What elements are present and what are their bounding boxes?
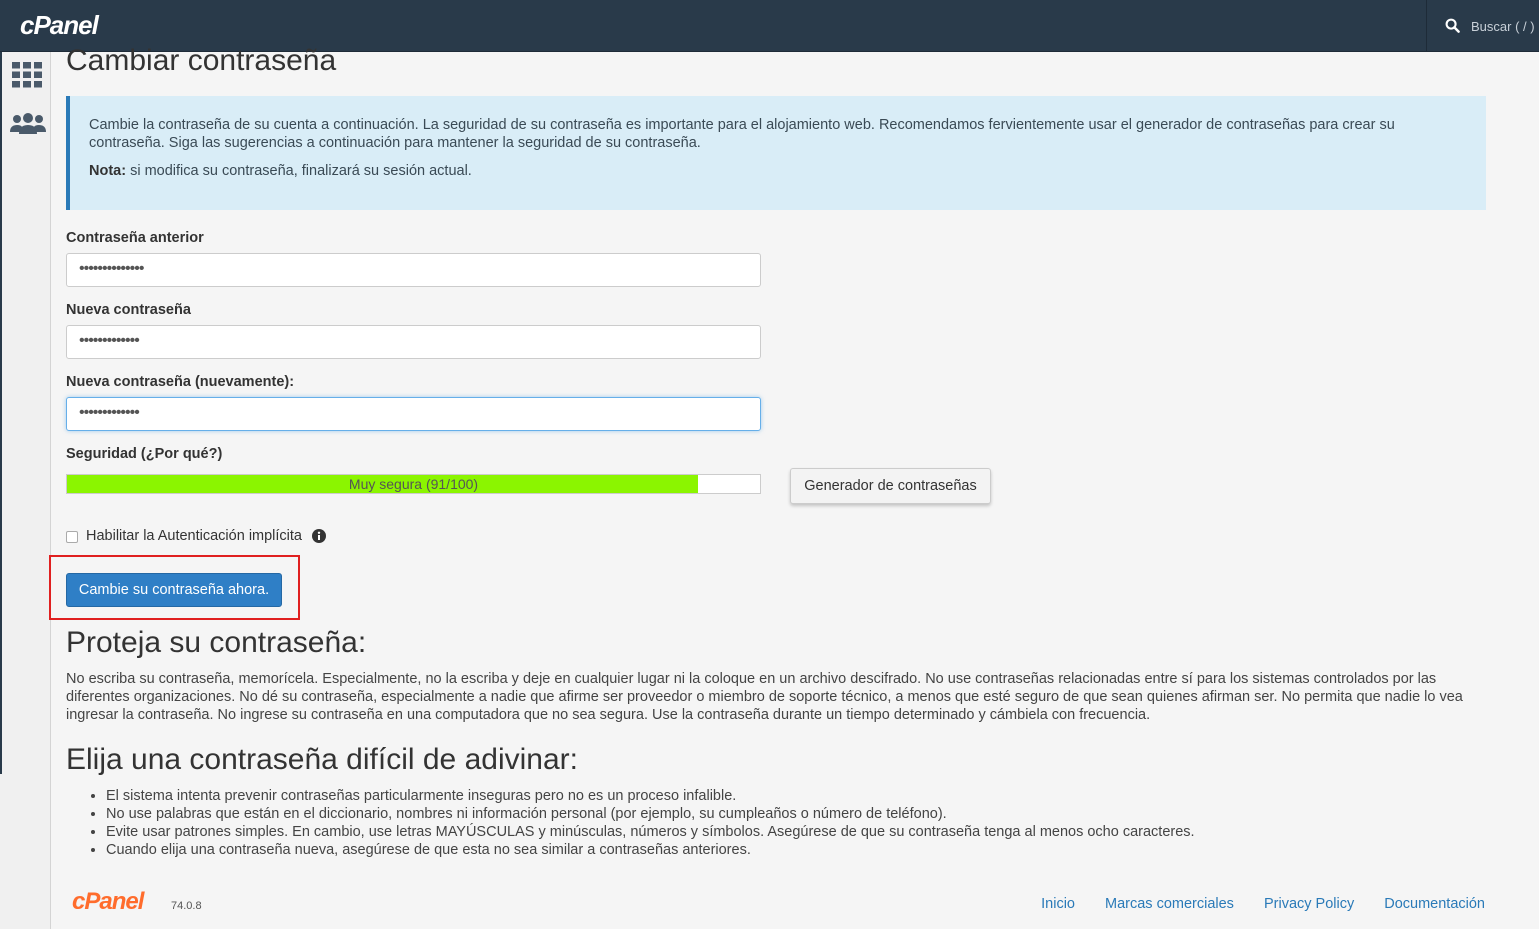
footer-cpanel-logo[interactable]: cPanel	[72, 888, 144, 916]
search-input[interactable]: Buscar ( / )	[1471, 19, 1535, 34]
sidebar-edge	[0, 52, 2, 774]
footer-version: 74.0.8	[171, 900, 202, 912]
alert-note: Nota: si modifica su contraseña, finaliz…	[89, 162, 1466, 180]
sidebar	[0, 52, 51, 929]
strength-label[interactable]: Seguridad (¿Por qué?)	[66, 446, 222, 462]
digest-auth-checkbox[interactable]	[66, 531, 78, 543]
alert-note-text: si modifica su contraseña, finalizará su…	[126, 163, 472, 179]
alert-text: Cambie la contraseña de su cuenta a cont…	[89, 117, 1395, 151]
list-item: Cuando elija una contraseña nueva, asegú…	[106, 841, 1195, 859]
protect-text: No escriba su contraseña, memorícela. Es…	[66, 671, 1463, 723]
footer-link-privacy[interactable]: Privacy Policy	[1264, 896, 1354, 912]
info-alert: Cambie la contraseña de su cuenta a cont…	[66, 96, 1486, 210]
password-generator-button[interactable]: Generador de contraseñas	[790, 468, 991, 504]
cpanel-logo[interactable]: cPanel	[20, 10, 99, 41]
confirm-password-input[interactable]: •••••••••••••	[66, 397, 761, 431]
list-item: Evite usar patrones simples. En cambio, …	[106, 823, 1195, 841]
old-password-input[interactable]: ••••••••••••••	[66, 253, 761, 287]
footer-links: Inicio Marcas comerciales Privacy Policy…	[1015, 896, 1485, 912]
protect-title: Proteja su contraseña:	[66, 626, 367, 659]
new-password-label: Nueva contraseña	[66, 302, 191, 318]
change-password-button[interactable]: Cambie su contraseña ahora.	[66, 573, 282, 607]
list-item: El sistema intenta prevenir contraseñas …	[106, 787, 1195, 805]
footer-link-inicio[interactable]: Inicio	[1041, 896, 1075, 912]
alert-note-label: Nota:	[89, 163, 127, 179]
search-icon	[1445, 18, 1460, 38]
search-box[interactable]: Buscar ( / )	[1426, 0, 1539, 52]
footer-link-trademarks[interactable]: Marcas comerciales	[1105, 896, 1234, 912]
list-item: No use palabras que están en el dicciona…	[106, 805, 1195, 823]
choose-title: Elija una contraseña difícil de adivinar…	[66, 743, 578, 776]
strength-meter-text: Muy segura (91/100)	[348, 476, 479, 492]
users-icon[interactable]	[10, 112, 46, 141]
info-icon[interactable]	[312, 529, 326, 548]
page-title: Cambiar contraseña	[66, 44, 337, 77]
confirm-password-label: Nueva contraseña (nuevamente):	[66, 374, 295, 390]
grid-icon[interactable]	[12, 62, 42, 93]
tips-list: El sistema intenta prevenir contraseñas …	[106, 787, 1195, 859]
digest-auth-label[interactable]: Habilitar la Autenticación implícita	[86, 528, 302, 544]
old-password-label: Contraseña anterior	[66, 230, 204, 246]
strength-meter: Muy segura (91/100)	[66, 474, 761, 494]
footer-link-docs[interactable]: Documentación	[1384, 896, 1485, 912]
new-password-input[interactable]: •••••••••••••	[66, 325, 761, 359]
